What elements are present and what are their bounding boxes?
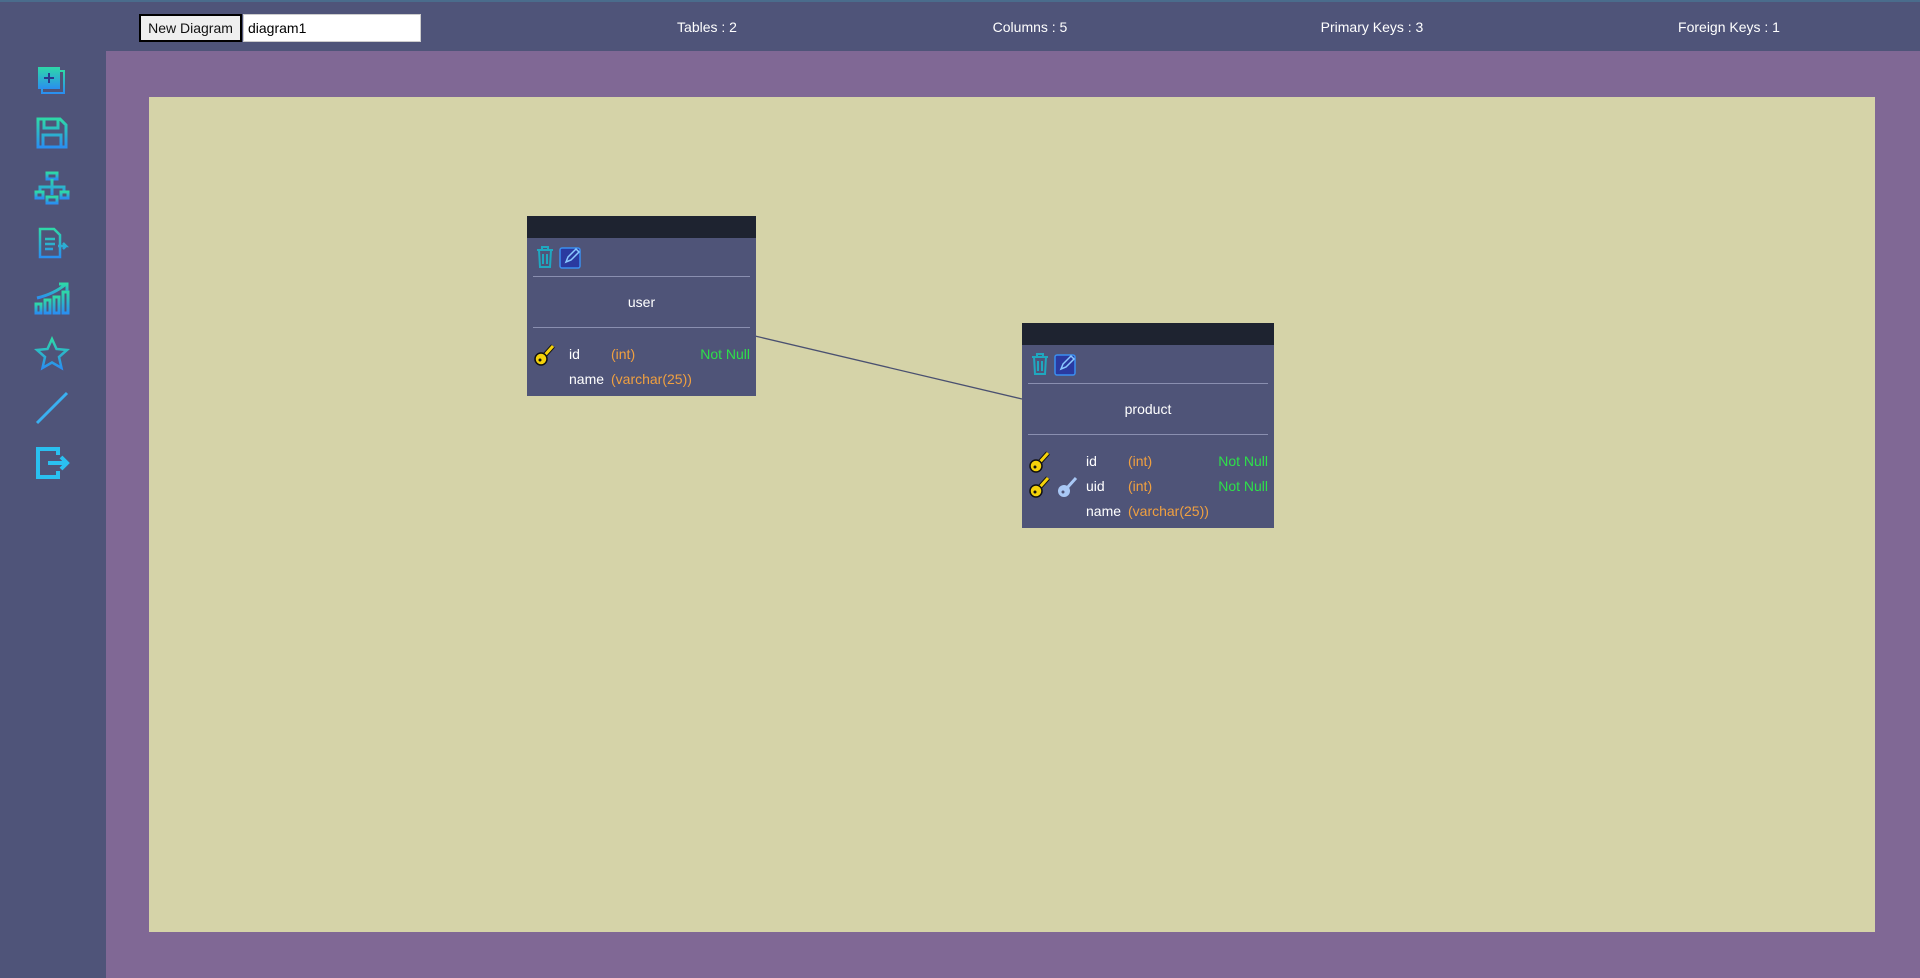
primary-key-icon [533,344,555,366]
edit-icon[interactable] [1054,352,1076,376]
stats-chart-icon[interactable] [34,280,70,316]
diagram-name-input[interactable] [243,14,421,42]
primary-keys-count: Primary Keys : 3 [1320,19,1424,35]
table-name: user [627,294,656,310]
column-type: (varchar(25)) [1128,503,1209,519]
star-icon[interactable] [33,335,71,372]
add-table-icon[interactable] [34,63,70,99]
column-name: id [1086,453,1097,469]
table-product[interactable]: product id (int) Not Null uid (int) Not Null… [1022,323,1274,528]
column-constraint: Not Null [1218,478,1268,494]
column-row[interactable]: name (varchar(25)) [1022,499,1274,524]
table-user[interactable]: user id (int) Not Null name (varchar(25)) [527,216,756,396]
column-type: (int) [1128,478,1153,494]
table-drag-header[interactable] [1022,323,1274,345]
trash-icon[interactable] [1029,352,1051,376]
primary-key-icon [1028,476,1050,498]
column-row[interactable]: name (varchar(25)) [527,367,756,392]
sidebar [0,51,106,978]
diagram-canvas [106,51,1920,978]
column-name: name [569,371,605,387]
column-row[interactable]: id (int) Not Null [1022,449,1274,474]
column-constraint: Not Null [1218,453,1268,469]
table-drag-header[interactable] [527,216,756,238]
foreign-key-icon [1056,476,1078,498]
column-constraint: Not Null [700,346,750,362]
export-document-icon[interactable] [34,225,70,261]
column-name: uid [1086,478,1105,494]
column-row[interactable]: uid (int) Not Null [1022,474,1274,499]
exit-icon[interactable] [34,445,70,481]
tables-count: Tables : 2 [677,19,737,35]
diagram-board[interactable] [149,97,1875,932]
primary-key-icon [1028,451,1050,473]
trash-icon[interactable] [534,245,556,269]
top-toolbar: New Diagram Tables : 2 Columns : 5 Prima… [0,0,1920,51]
column-type: (int) [611,346,636,362]
column-name: id [569,346,580,362]
relation-line-icon[interactable] [34,390,70,426]
foreign-keys-count: Foreign Keys : 1 [1678,19,1780,35]
edit-icon[interactable] [559,245,581,269]
column-type: (varchar(25)) [611,371,692,387]
columns-count: Columns : 5 [992,19,1068,35]
column-row[interactable]: id (int) Not Null [527,342,756,367]
diagram-icon[interactable] [34,170,70,206]
column-type: (int) [1128,453,1153,469]
new-diagram-button[interactable]: New Diagram [139,14,242,42]
save-icon[interactable] [34,115,70,151]
table-name: product [1124,401,1172,417]
column-name: name [1086,503,1122,519]
